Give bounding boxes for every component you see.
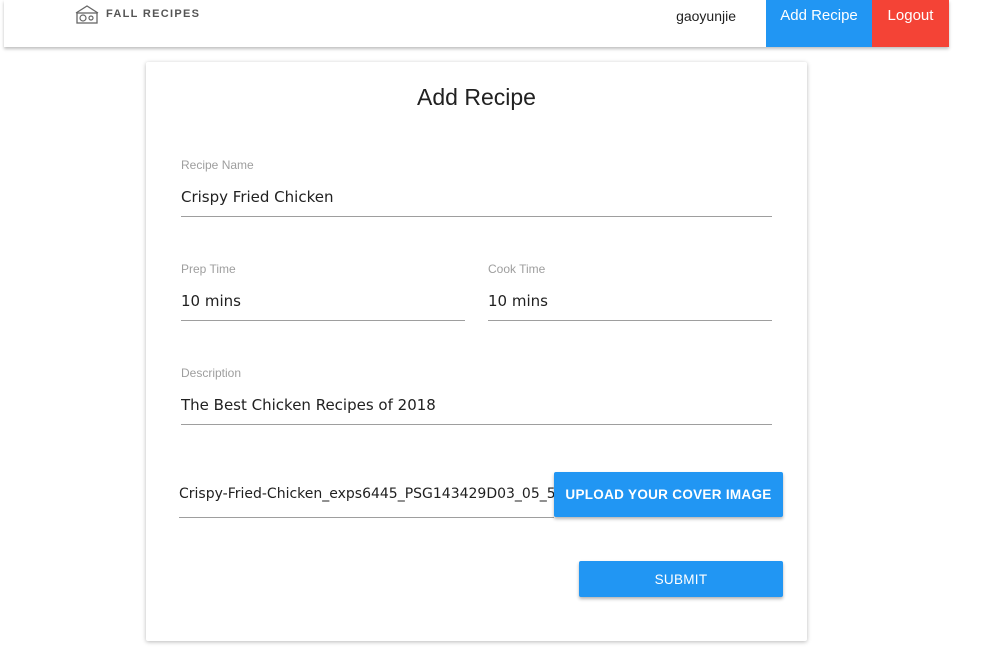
submit-button[interactable]: SUBMIT bbox=[579, 561, 783, 597]
recipe-name-input[interactable] bbox=[181, 186, 772, 208]
nav-right: gaoyunjie Add Recipe Logout bbox=[676, 0, 949, 47]
cover-file-name[interactable]: Crispy-Fried-Chicken_exps6445_PSG143429D… bbox=[179, 486, 554, 502]
cook-time-input[interactable] bbox=[488, 290, 772, 312]
brand-logo-icon bbox=[75, 5, 99, 24]
top-navbar: FALL RECIPES gaoyunjie Add Recipe Logout bbox=[4, 0, 949, 47]
recipe-name-label: Recipe Name bbox=[181, 158, 254, 172]
add-recipe-card: Add Recipe Recipe Name Prep Time Cook Ti… bbox=[146, 62, 807, 641]
description-field: Description bbox=[181, 366, 772, 425]
upload-cover-image-button[interactable]: UPLOAD YOUR COVER IMAGE bbox=[554, 472, 783, 517]
brand[interactable]: FALL RECIPES bbox=[74, 2, 200, 26]
prep-time-underline bbox=[181, 320, 465, 321]
add-recipe-nav-button[interactable]: Add Recipe bbox=[766, 0, 872, 47]
cook-time-underline bbox=[488, 320, 772, 321]
prep-time-label: Prep Time bbox=[181, 262, 236, 276]
page-title: Add Recipe bbox=[417, 84, 536, 110]
cover-image-row: Crispy-Fried-Chicken_exps6445_PSG143429D… bbox=[179, 472, 783, 518]
description-underline bbox=[181, 424, 772, 425]
description-input[interactable] bbox=[181, 394, 772, 416]
recipe-name-underline bbox=[181, 216, 772, 217]
cook-time-field: Cook Time bbox=[488, 262, 772, 321]
cover-file-underline bbox=[179, 517, 554, 518]
nav-username: gaoyunjie bbox=[676, 8, 736, 24]
brand-name: FALL RECIPES bbox=[106, 8, 201, 20]
cook-time-label: Cook Time bbox=[488, 262, 546, 276]
prep-time-field: Prep Time bbox=[181, 262, 465, 321]
prep-time-input[interactable] bbox=[181, 290, 465, 312]
description-label: Description bbox=[181, 366, 242, 380]
logout-button[interactable]: Logout bbox=[872, 0, 949, 47]
recipe-name-field: Recipe Name bbox=[181, 158, 772, 217]
